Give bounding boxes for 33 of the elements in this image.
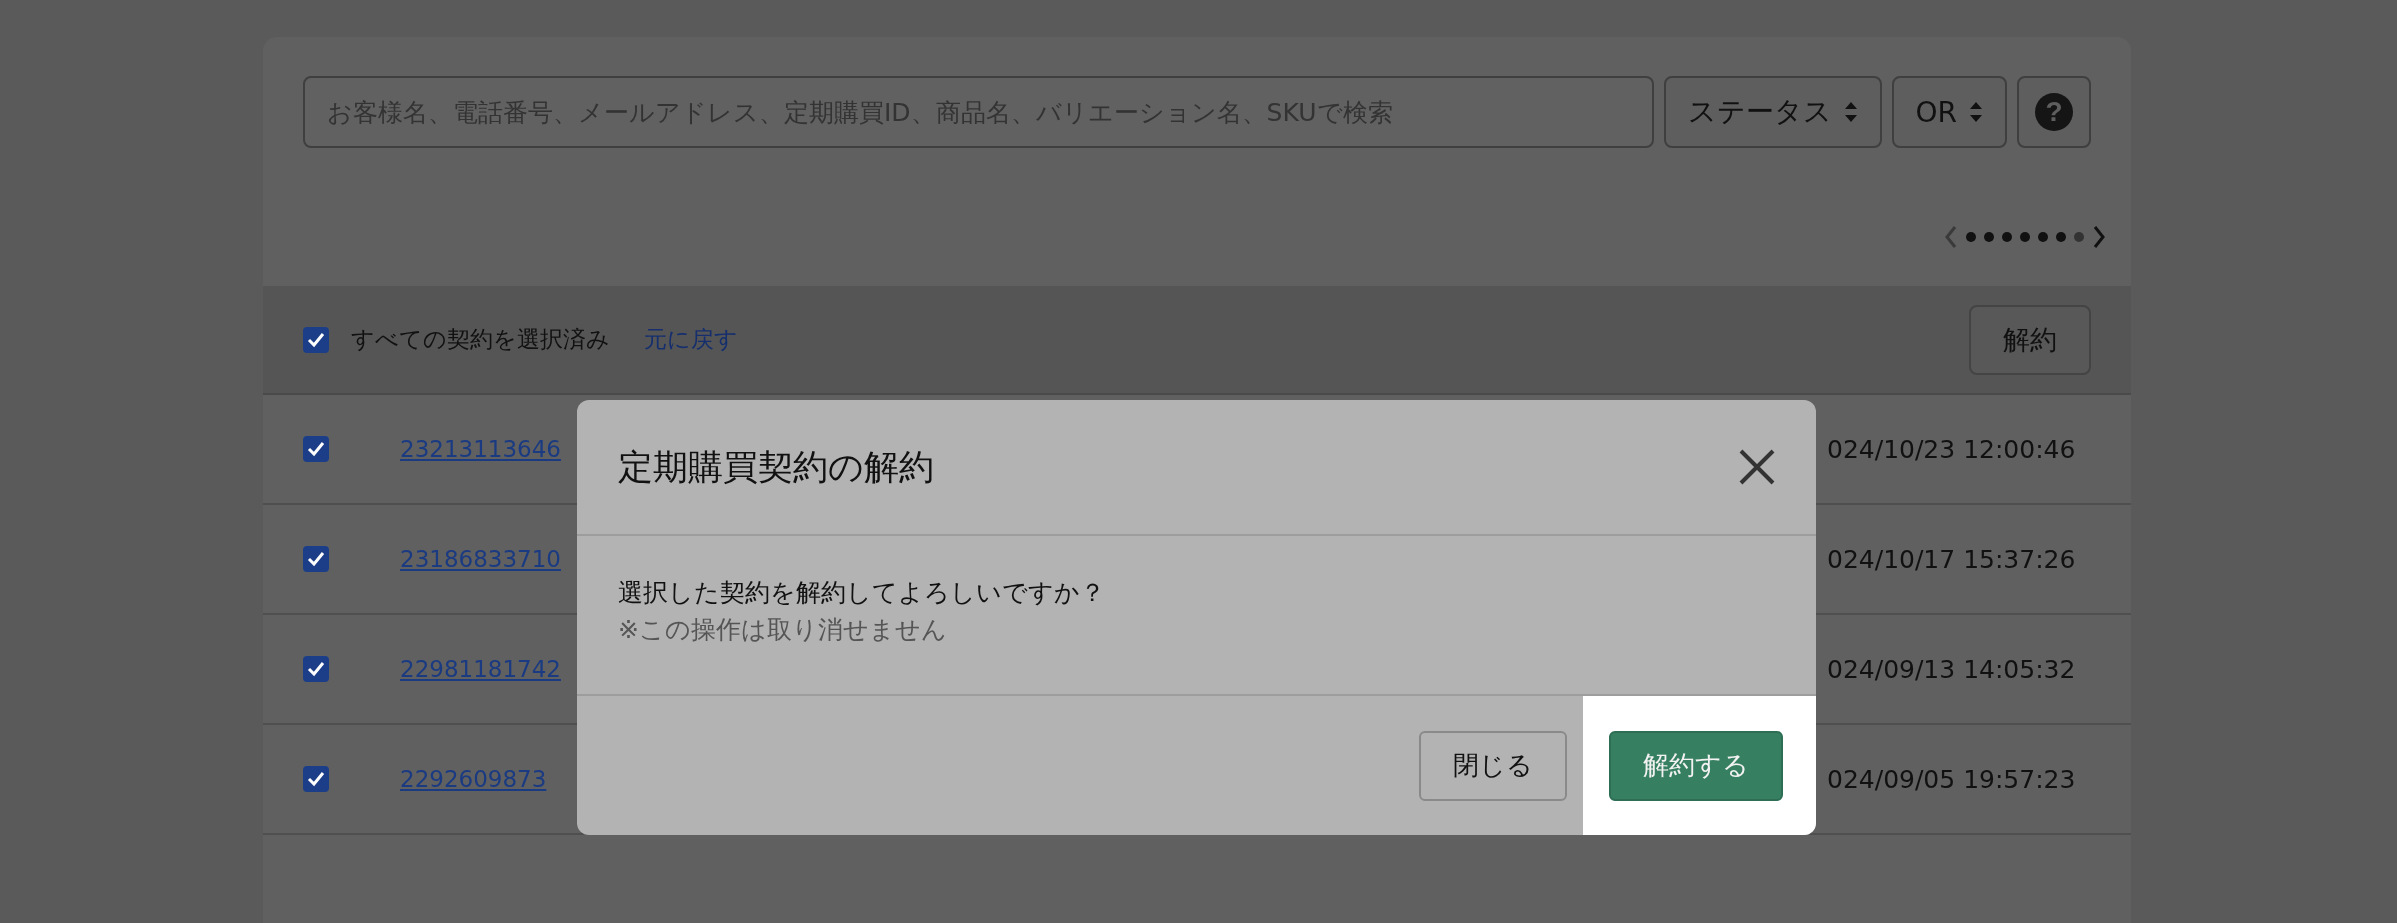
check-icon: [307, 551, 325, 567]
sort-icon: [1843, 101, 1858, 123]
close-button[interactable]: 閉じる: [1419, 730, 1567, 801]
date-text: 024/10/17 15:37:26: [1827, 544, 2076, 574]
dialog-note: ※この操作は取り消せません: [618, 614, 948, 646]
filter-select[interactable]: OR: [1891, 76, 2007, 148]
dialog-title: 定期購買契約の解約: [618, 445, 934, 489]
subscription-id-link[interactable]: 23186833710: [400, 546, 561, 572]
subscription-id-link[interactable]: 2292609873: [400, 766, 547, 792]
confirm-button[interactable]: 解約する: [1609, 730, 1783, 801]
cancel-contract-button[interactable]: 解約: [1969, 304, 2091, 375]
row-checkbox[interactable]: [303, 546, 329, 572]
row-checkbox[interactable]: [303, 766, 329, 792]
selection-label: すべての契約を選択済み: [351, 325, 610, 354]
check-icon: [307, 331, 325, 348]
close-icon[interactable]: [1738, 448, 1776, 486]
next-button[interactable]: [2092, 225, 2106, 249]
help-button[interactable]: ?: [2017, 76, 2091, 148]
sort-icon: [1969, 101, 1983, 123]
date-text: 024/09/13 14:05:32: [1827, 654, 2076, 684]
check-icon: [307, 441, 325, 457]
subscription-id-link[interactable]: 23213113646: [400, 436, 561, 462]
filter-select[interactable]: ステータス: [1663, 76, 1882, 148]
check-icon: [307, 771, 325, 787]
undo-link[interactable]: 元に戻す: [644, 324, 738, 355]
dialog-message: 選択した契約を解約してよろしいですか？: [618, 577, 1106, 609]
row-checkbox[interactable]: [303, 436, 329, 462]
check-icon: [307, 661, 325, 677]
row-checkbox[interactable]: [303, 656, 329, 682]
subscription-id-link[interactable]: 22981181742: [400, 656, 561, 682]
select-all-checkbox[interactable]: [303, 326, 329, 353]
date-text: 024/09/05 19:57:23: [1827, 764, 2076, 794]
date-text: 024/10/23 12:00:46: [1827, 434, 2076, 464]
